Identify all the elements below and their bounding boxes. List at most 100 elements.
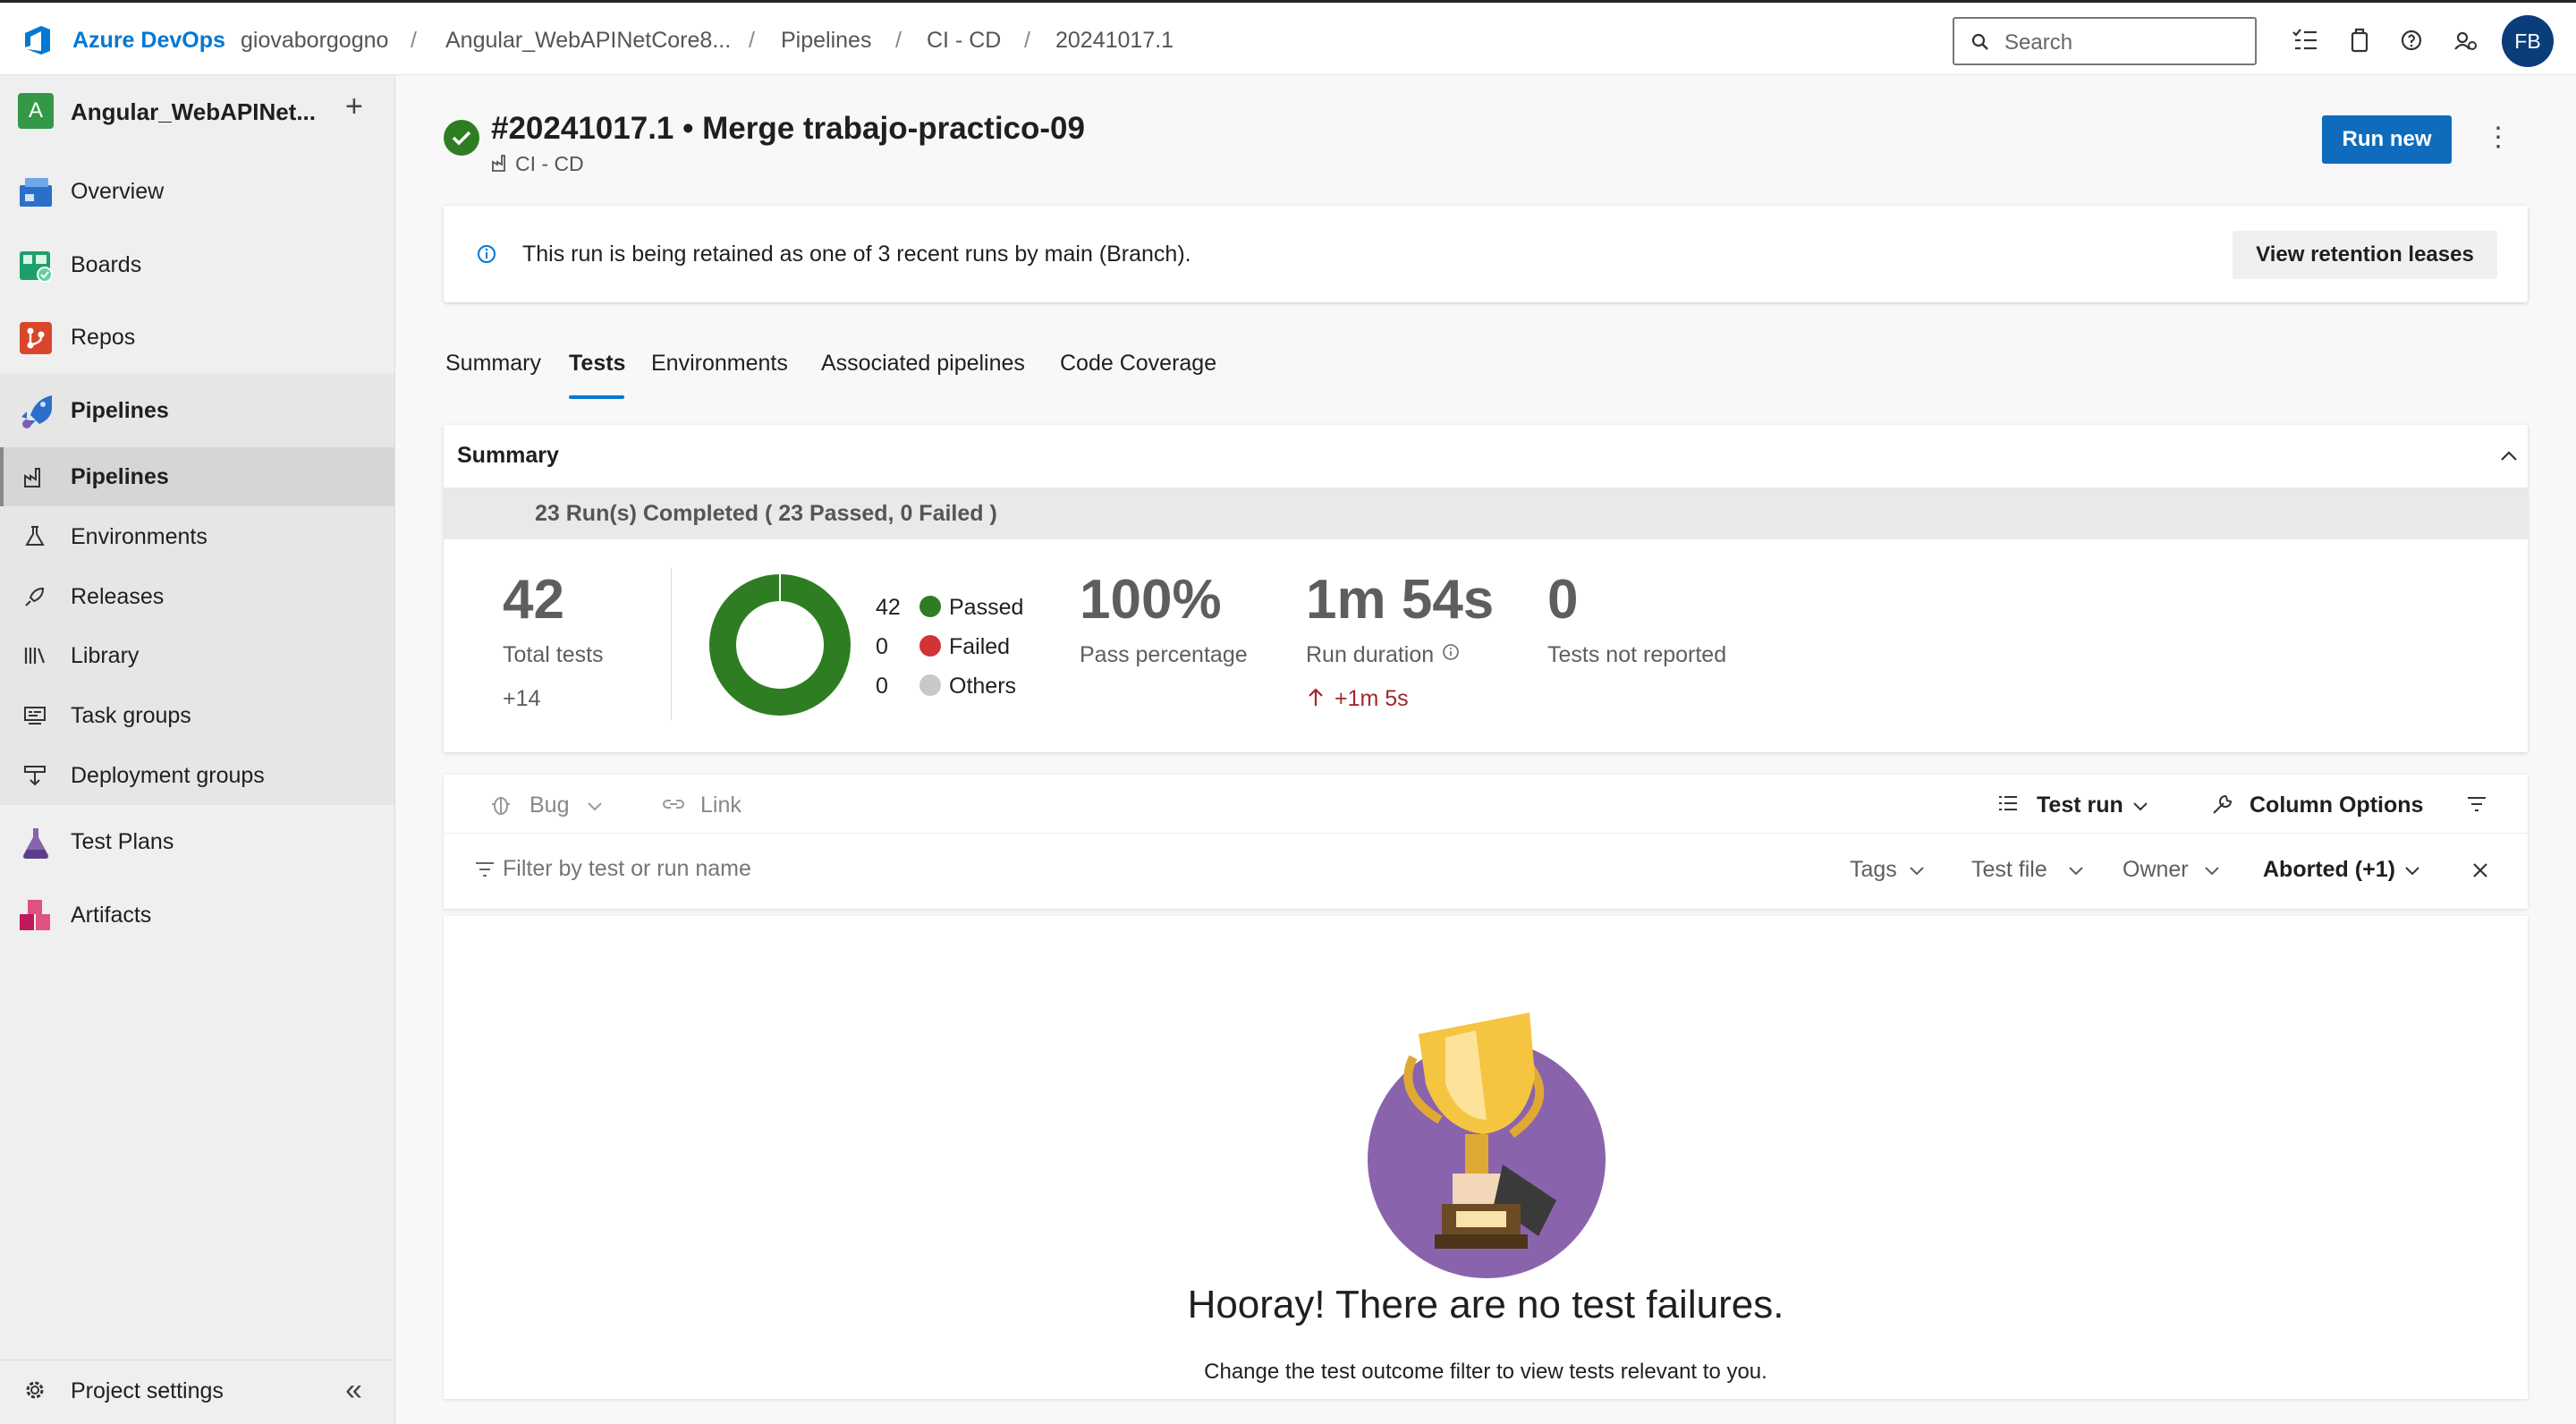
search-icon [1971,33,1988,50]
wrench-icon [2213,794,2233,814]
chevron-down-icon [1910,867,1924,876]
chevron-down-icon [588,802,602,811]
sidebar-subitem-label: Environments [71,524,208,549]
sidebar-subitem-task-groups[interactable]: Task groups [0,686,394,745]
owner-filter[interactable]: Owner [2123,857,2189,883]
breadcrumb-run[interactable]: 20241017.1 [1055,28,1174,54]
filter-icon[interactable] [2465,793,2488,816]
total-tests-label: Total tests [503,642,604,667]
results-toolbar: Bug Link Test run Column Options Tags Te… [444,775,2528,909]
summary-divider [671,568,672,720]
breadcrumb-pipelines[interactable]: Pipelines [781,28,871,54]
info-icon[interactable] [1442,643,1460,661]
search-placeholder: Search [2004,30,2073,55]
releases-icon [25,587,45,606]
add-icon[interactable]: + [345,89,363,124]
column-options-button[interactable]: Column Options [2250,793,2423,818]
breadcrumb-pipeline-name[interactable]: CI - CD [927,28,1001,54]
empty-state-message: Change the test outcome filter to view t… [1204,1360,1767,1384]
sidebar-item-label: Test Plans [71,829,174,854]
library-icon [24,648,46,664]
marketplace-bag-icon[interactable] [2342,22,2377,58]
test-file-filter[interactable]: Test file [1971,857,2047,883]
work-items-icon[interactable] [2286,22,2322,58]
runs-completed-bar: 23 Run(s) Completed ( 23 Passed, 0 Faile… [444,487,2528,539]
sidebar-item-pipelines[interactable]: Pipelines [0,381,394,440]
sidebar-item-boards[interactable]: Boards [0,235,394,294]
tags-filter[interactable]: Tags [1850,857,1897,883]
breadcrumb-separator: / [1024,28,1030,53]
others-dot [919,674,941,696]
bug-dropdown[interactable]: Bug [530,793,569,818]
breadcrumb-org[interactable]: giovaborgogno [241,28,388,54]
tab-code-coverage[interactable]: Code Coverage [1060,351,1216,377]
run-title: #20241017.1 • Merge trabajo-practico-09 [491,111,1085,146]
view-retention-leases-button[interactable]: View retention leases [2233,231,2497,279]
trophy-illustration [1368,1013,1606,1278]
sidebar-item-artifacts[interactable]: Artifacts [0,886,394,945]
breadcrumb-project[interactable]: Angular_WebAPINetCore8... [445,28,731,54]
tab-associated-pipelines[interactable]: Associated pipelines [821,351,1025,377]
user-avatar[interactable]: FB [2502,15,2554,67]
selected-indicator [0,447,4,506]
sidebar-subitem-library[interactable]: Library [0,626,394,685]
sidebar-subitem-releases[interactable]: Releases [0,567,394,626]
sidebar-subitem-environments[interactable]: Environments [0,507,394,566]
run-duration-value: 1m 54s [1306,569,1495,631]
pass-percentage-value: 100% [1080,569,1222,631]
not-reported-label: Tests not reported [1547,642,1727,667]
legend-count-failed: 0 [876,634,888,659]
chevron-down-icon [2205,867,2219,876]
info-icon [478,245,496,263]
project-settings-label: Project settings [71,1378,224,1403]
sidebar-item-label: Artifacts [71,903,152,928]
retention-banner: This run is being retained as one of 3 r… [444,206,2528,302]
sidebar-subitem-deployment-groups[interactable]: Deployment groups [0,746,394,805]
product-name-link[interactable]: Azure DevOps [72,28,225,54]
test-results-panel: Hooray! There are no test failures. Chan… [444,916,2528,1399]
filter-input[interactable] [503,848,1129,889]
pipeline-factory-icon [492,155,505,172]
tab-summary[interactable]: Summary [445,351,541,377]
tab-environments[interactable]: Environments [651,351,788,377]
search-input[interactable]: Search [1953,17,2257,65]
sidebar-item-overview[interactable]: Overview [0,162,394,221]
chevron-up-icon[interactable] [2497,445,2521,468]
outcome-filter[interactable]: Aborted (+1) [2263,857,2395,883]
project-settings-link[interactable]: Project settings « [0,1360,394,1419]
sidebar-subitem-label: Library [71,643,140,668]
gear-icon [26,1381,44,1399]
help-icon[interactable] [2394,22,2429,58]
run-duration-label: Run duration [1306,642,1435,667]
test-plans-icon [22,828,49,859]
user-settings-icon[interactable] [2447,22,2483,58]
task-groups-icon [24,707,46,725]
sidebar-item-test-plans[interactable]: Test Plans [0,812,394,871]
collapse-sidebar-icon[interactable]: « [345,1373,362,1408]
pass-percentage-label: Pass percentage [1080,642,1248,667]
filter-icon [476,862,494,877]
chevron-down-icon [2069,867,2083,876]
summary-card: Summary 23 Run(s) Completed ( 23 Passed,… [444,425,2528,752]
sidebar-item-label: Boards [71,252,142,277]
legend-label-failed: Failed [949,634,1011,659]
pipeline-link[interactable]: CI - CD [515,152,584,176]
project-name[interactable]: Angular_WebAPINet... [71,98,316,126]
link-button[interactable]: Link [700,793,741,818]
breadcrumb-separator: / [411,28,417,53]
group-by-dropdown[interactable]: Test run [2037,793,2123,818]
passed-dot [919,596,941,617]
tab-tests[interactable]: Tests [569,351,625,377]
project-avatar[interactable]: A [18,93,54,129]
sidebar-item-repos[interactable]: Repos [0,308,394,367]
azure-devops-logo-icon[interactable] [20,22,55,58]
environments-icon [25,526,45,546]
repos-icon [20,322,52,354]
runs-completed-text: 23 Run(s) Completed ( 23 Passed, 0 Faile… [535,501,997,526]
arrow-up-icon [1309,688,1323,706]
close-icon[interactable] [2470,860,2490,880]
sidebar-subitem-pipelines[interactable]: Pipelines [0,447,394,506]
sidebar-item-label: Overview [71,179,165,204]
run-new-button[interactable]: Run new [2322,115,2452,164]
more-actions-icon[interactable]: ⋮ [2485,122,2512,153]
